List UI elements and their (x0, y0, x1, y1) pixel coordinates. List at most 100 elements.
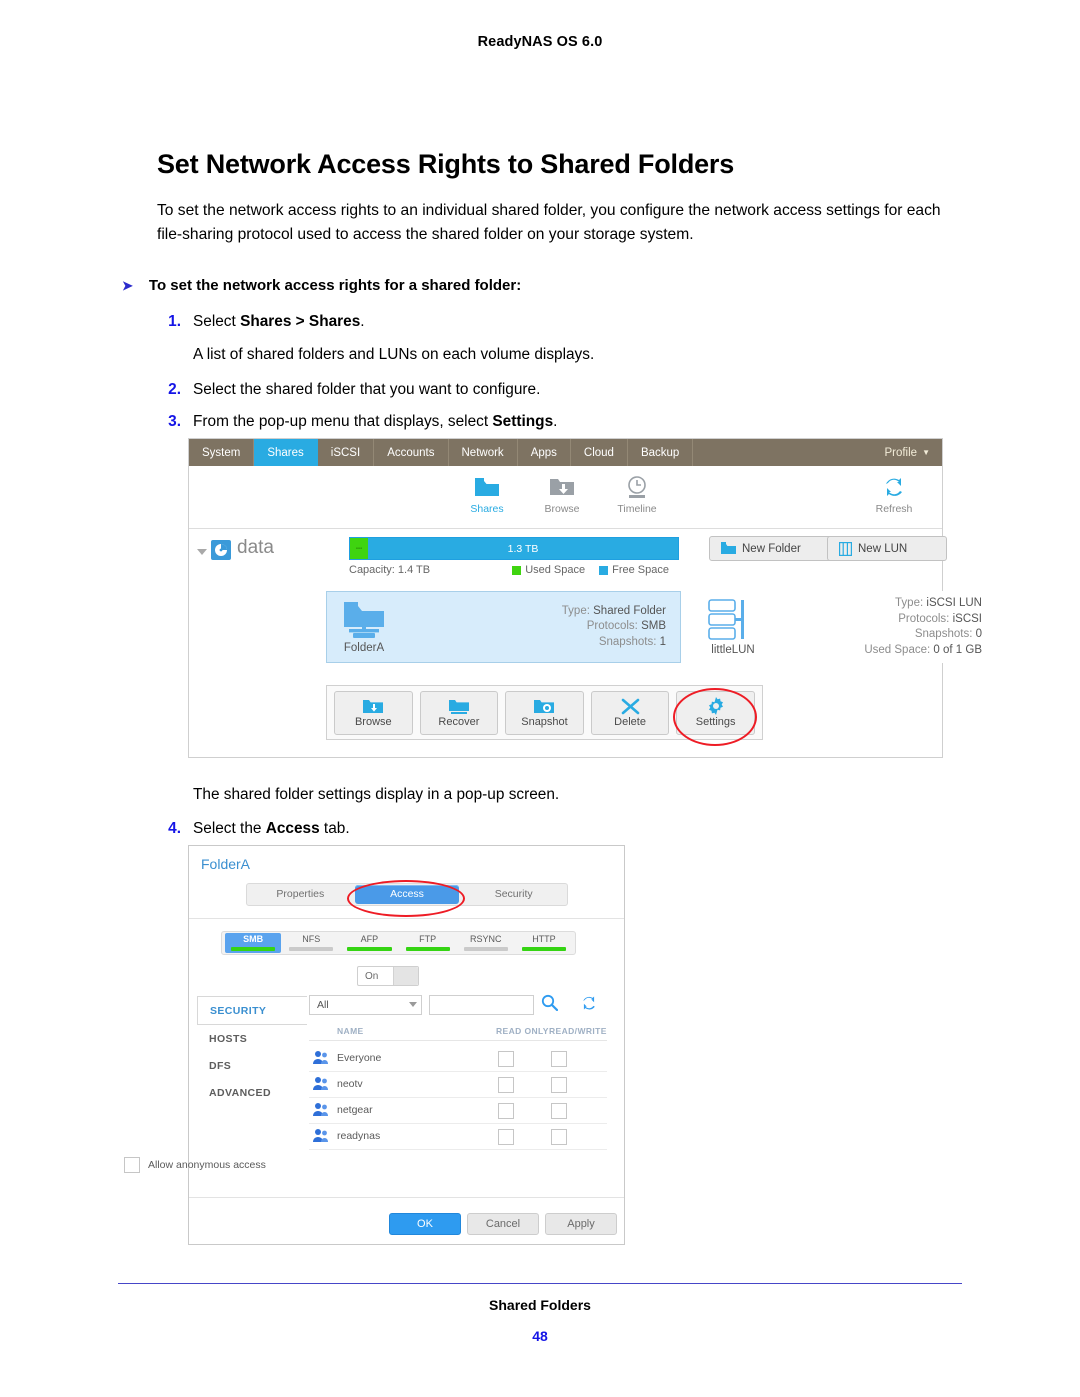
filter-select[interactable]: All (309, 995, 422, 1015)
refresh-icon[interactable] (581, 995, 597, 1016)
legend-used-label: Used Space (525, 564, 586, 576)
folder-settings-screenshot: FolderA Properties Access Security SMB N… (188, 845, 625, 1245)
capacity-widget: ▪▪▪ 1.3 TB Capacity: 1.4 TB Used Space F… (349, 537, 679, 576)
step-1: 1. Select Shares > Shares. (157, 310, 917, 333)
protocol-status-bar (463, 947, 508, 951)
search-input[interactable] (429, 995, 534, 1015)
sidebar-item-hosts[interactable]: HOSTS (197, 1025, 307, 1052)
detail-protocols: Protocols: iSCSI (898, 612, 982, 625)
filter-select-value: All (317, 999, 329, 1011)
new-lun-button[interactable]: New LUN (827, 536, 947, 561)
dialog-footer-rule (189, 1197, 624, 1198)
lun-card-littlelun[interactable]: littleLUN Type: iSCSI LUN Protocols: iSC… (696, 591, 996, 663)
nav-tab-system[interactable]: System (189, 439, 255, 466)
group-icon (313, 1128, 330, 1148)
cancel-button[interactable]: Cancel (467, 1213, 539, 1235)
ok-button[interactable]: OK (389, 1213, 461, 1235)
row-name: neotv (337, 1078, 363, 1090)
action-browse[interactable]: Browse (334, 690, 413, 735)
nav-tab-network[interactable]: Network (449, 439, 518, 466)
group-icon (313, 1102, 330, 1122)
nav-tab-iscsi[interactable]: iSCSI (318, 439, 375, 466)
step-3-number: 3. (168, 413, 181, 430)
read-write-checkbox[interactable] (551, 1129, 567, 1145)
detail-snapshots: Snapshots: 0 (914, 628, 982, 640)
read-write-checkbox[interactable] (551, 1077, 567, 1093)
protocol-tab-ftp[interactable]: FTP (400, 933, 456, 953)
tab-security[interactable]: Security (461, 885, 566, 904)
step-1-number: 1. (168, 313, 181, 330)
toolbar-shares[interactable]: Shares (454, 472, 520, 528)
apply-button[interactable]: Apply (545, 1213, 617, 1235)
toolbar-browse-label: Browse (544, 503, 580, 515)
table-row[interactable]: neotv (309, 1071, 607, 1098)
read-write-checkbox[interactable] (551, 1103, 567, 1119)
protocol-on-toggle[interactable]: On (357, 966, 419, 986)
row-name: readynas (337, 1130, 381, 1142)
protocol-tab-nfs[interactable]: NFS (283, 933, 339, 953)
share-card-name: FolderA (343, 642, 385, 654)
protocol-tab-http[interactable]: HTTP (516, 933, 572, 953)
new-lun-label: New LUN (858, 542, 908, 555)
capacity-used-segment: ▪▪▪ (350, 538, 368, 559)
read-write-checkbox[interactable] (551, 1051, 567, 1067)
step-4-number: 4. (168, 820, 181, 837)
action-settings[interactable]: Settings (676, 690, 755, 735)
refresh-icon (861, 472, 927, 502)
protocol-tab-smb[interactable]: SMB (225, 933, 282, 953)
shared-folder-icon (344, 602, 384, 638)
step-3: 3. From the pop-up menu that displays, s… (157, 410, 917, 433)
share-card-foldera[interactable]: FolderA Type: Shared Folder Protocols: S… (326, 591, 681, 663)
read-only-checkbox[interactable] (498, 1051, 514, 1067)
capacity-legend: Used Space Free Space (512, 564, 679, 576)
allow-anonymous-access-row[interactable]: Allow anonymous access (124, 1157, 266, 1173)
row-name: Everyone (337, 1052, 382, 1064)
protocol-status-bar (521, 947, 567, 951)
action-delete[interactable]: Delete (590, 690, 670, 735)
page-title: Set Network Access Rights to Shared Fold… (157, 149, 735, 180)
column-name: NAME (337, 1026, 364, 1036)
toolbar-refresh[interactable]: Refresh (861, 472, 927, 515)
allow-anonymous-checkbox[interactable] (124, 1157, 140, 1173)
read-only-checkbox[interactable] (498, 1129, 514, 1145)
profile-menu[interactable]: Profile ▼ (872, 439, 942, 466)
lun-card-name: littleLUN (711, 644, 755, 656)
step-3-note: The shared folder settings display in a … (193, 786, 560, 803)
collapse-triangle-icon[interactable] (197, 549, 207, 555)
action-snapshot[interactable]: Snapshot (505, 690, 584, 735)
dialog-divider (189, 918, 624, 919)
read-only-checkbox[interactable] (498, 1077, 514, 1093)
step-1-text: Select Shares > Shares. (193, 313, 365, 330)
nav-tab-shares[interactable]: Shares (254, 439, 318, 466)
toolbar-timeline[interactable]: Timeline (604, 472, 670, 515)
sidebar-item-dfs[interactable]: DFS (197, 1052, 307, 1079)
tab-properties[interactable]: Properties (248, 885, 353, 904)
new-folder-button[interactable]: New Folder (709, 536, 837, 561)
nav-tab-apps[interactable]: Apps (518, 439, 571, 466)
action-recover[interactable]: Recover (419, 690, 499, 735)
action-browse-label: Browse (354, 715, 392, 728)
protocol-tab-afp[interactable]: AFP (341, 933, 397, 953)
table-row[interactable]: netgear (309, 1097, 607, 1124)
step-1-note: A list of shared folders and LUNs on eac… (193, 346, 595, 363)
read-only-checkbox[interactable] (498, 1103, 514, 1119)
dialog-sidebar: SECURITY HOSTS DFS ADVANCED (197, 996, 316, 1106)
lun-card-details: Type: iSCSI LUN Protocols: iSCSI Snapsho… (770, 596, 996, 658)
table-row[interactable]: readynas (309, 1123, 607, 1150)
share-thumb: FolderA (327, 600, 401, 654)
toggle-knob[interactable] (393, 967, 418, 985)
nav-tab-accounts[interactable]: Accounts (374, 439, 449, 466)
table-row[interactable]: Everyone (309, 1045, 607, 1072)
nav-tab-cloud[interactable]: Cloud (571, 439, 628, 466)
toolbar-browse[interactable]: Browse (529, 472, 595, 515)
tab-access[interactable]: Access (354, 885, 460, 904)
sidebar-item-advanced[interactable]: ADVANCED (197, 1079, 307, 1106)
magnifier-icon[interactable] (541, 994, 559, 1016)
clock-icon (604, 472, 670, 502)
main-navbar: System Shares iSCSI Accounts Network App… (189, 439, 942, 466)
navbar-spacer (693, 439, 872, 466)
nav-tab-backup[interactable]: Backup (628, 439, 694, 466)
protocol-tab-rsync[interactable]: RSYNC (458, 933, 514, 953)
sidebar-item-security[interactable]: SECURITY (197, 996, 316, 1025)
page-header: ReadyNAS OS 6.0 (477, 34, 603, 50)
